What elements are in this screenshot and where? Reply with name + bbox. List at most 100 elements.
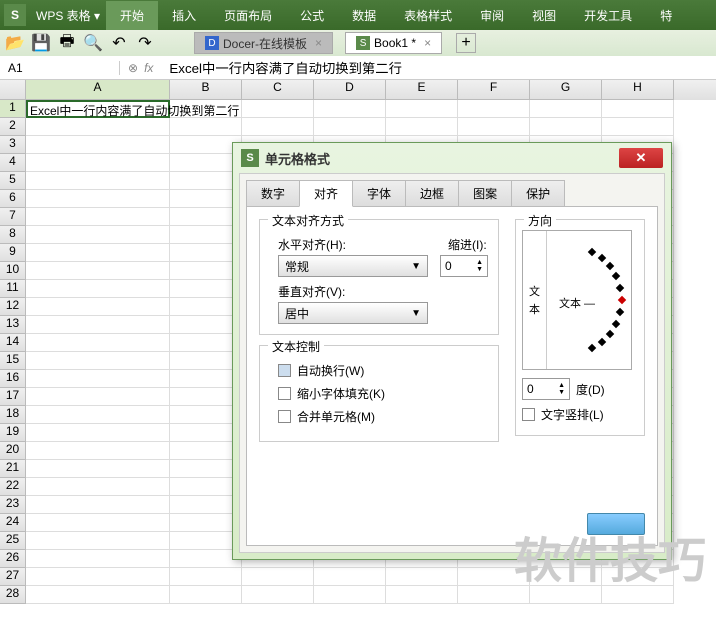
cell[interactable]	[26, 352, 170, 370]
cell[interactable]	[602, 118, 674, 136]
row-header[interactable]: 18	[0, 406, 26, 424]
cell[interactable]	[26, 154, 170, 172]
cell[interactable]	[458, 568, 530, 586]
spin-down-icon[interactable]: ▼	[476, 266, 483, 273]
tab-border[interactable]: 边框	[405, 180, 459, 207]
dialog-titlebar[interactable]: S 单元格格式 ✕	[233, 143, 671, 173]
orientation-vertical-button[interactable]: 文本	[523, 231, 547, 369]
ribbon-tab-formula[interactable]: 公式	[286, 1, 338, 30]
row-header[interactable]: 23	[0, 496, 26, 514]
cell[interactable]	[242, 118, 314, 136]
cell[interactable]	[458, 586, 530, 604]
fx-icon[interactable]: fx	[144, 61, 153, 75]
name-box[interactable]: A1	[0, 61, 120, 75]
indent-spinner[interactable]: 0 ▲▼	[440, 255, 488, 277]
col-header-h[interactable]: H	[602, 80, 674, 100]
row-header[interactable]: 27	[0, 568, 26, 586]
cell[interactable]	[26, 478, 170, 496]
row-header[interactable]: 25	[0, 532, 26, 550]
spin-down-icon[interactable]: ▼	[558, 389, 565, 396]
tab-number[interactable]: 数字	[246, 180, 300, 207]
cell[interactable]	[314, 568, 386, 586]
ribbon-tab-layout[interactable]: 页面布局	[210, 1, 286, 30]
cell[interactable]	[314, 100, 386, 118]
ok-button[interactable]	[587, 513, 645, 535]
cell[interactable]	[26, 388, 170, 406]
close-icon[interactable]: ×	[424, 36, 431, 50]
ribbon-tab-tablestyle[interactable]: 表格样式	[390, 1, 466, 30]
row-header[interactable]: 10	[0, 262, 26, 280]
cell[interactable]	[386, 568, 458, 586]
ribbon-tab-more[interactable]: 特	[646, 1, 686, 30]
row-header[interactable]: 13	[0, 316, 26, 334]
ribbon-tab-insert[interactable]: 插入	[158, 1, 210, 30]
cell[interactable]	[314, 586, 386, 604]
cell[interactable]	[26, 514, 170, 532]
tab-protect[interactable]: 保护	[511, 180, 565, 207]
col-header-f[interactable]: F	[458, 80, 530, 100]
select-all-corner[interactable]	[0, 80, 26, 100]
ribbon-tab-dev[interactable]: 开发工具	[570, 1, 646, 30]
cell[interactable]	[530, 568, 602, 586]
row-header[interactable]: 24	[0, 514, 26, 532]
row-header[interactable]: 12	[0, 298, 26, 316]
cell[interactable]	[242, 586, 314, 604]
h-align-combo[interactable]: 常规▼	[278, 255, 428, 277]
row-header[interactable]: 22	[0, 478, 26, 496]
row-header[interactable]: 15	[0, 352, 26, 370]
preview-icon[interactable]: 🔍	[84, 34, 102, 52]
print-icon[interactable]: 🖶	[58, 34, 76, 52]
orientation-box[interactable]: 文本 文本 —	[522, 230, 632, 370]
fx-cancel-icon[interactable]: ⊗	[128, 61, 138, 75]
cell[interactable]	[26, 496, 170, 514]
cell[interactable]	[26, 568, 170, 586]
row-header[interactable]: 6	[0, 190, 26, 208]
vertical-text-row[interactable]: 文字竖排(L)	[522, 406, 638, 423]
cell[interactable]	[26, 532, 170, 550]
row-header[interactable]: 16	[0, 370, 26, 388]
col-header-g[interactable]: G	[530, 80, 602, 100]
cell[interactable]	[26, 172, 170, 190]
row-header[interactable]: 14	[0, 334, 26, 352]
cell[interactable]	[458, 100, 530, 118]
cell-a1[interactable]: Excel中一行内容满了自动切换到第二行	[26, 100, 170, 118]
cell[interactable]	[26, 550, 170, 568]
col-header-b[interactable]: B	[170, 80, 242, 100]
undo-icon[interactable]: ↶	[110, 34, 128, 52]
cell[interactable]	[386, 100, 458, 118]
cell[interactable]	[26, 424, 170, 442]
cell[interactable]	[242, 568, 314, 586]
cell[interactable]	[26, 586, 170, 604]
checkbox-icon[interactable]	[278, 410, 291, 423]
row-header[interactable]: 17	[0, 388, 26, 406]
v-align-combo[interactable]: 居中▼	[278, 302, 428, 324]
merge-checkbox-row[interactable]: 合并单元格(M)	[278, 408, 488, 425]
ribbon-tab-review[interactable]: 审阅	[466, 1, 518, 30]
tab-pattern[interactable]: 图案	[458, 180, 512, 207]
row-header[interactable]: 19	[0, 424, 26, 442]
cell[interactable]	[26, 334, 170, 352]
cell[interactable]	[26, 244, 170, 262]
row-header[interactable]: 20	[0, 442, 26, 460]
row-header[interactable]: 26	[0, 550, 26, 568]
cell[interactable]	[26, 316, 170, 334]
tab-font[interactable]: 字体	[352, 180, 406, 207]
cell[interactable]	[26, 298, 170, 316]
orientation-dial[interactable]: 文本 —	[547, 231, 631, 369]
doc-tab-docer[interactable]: D Docer-在线模板 ×	[194, 32, 333, 54]
doc-tab-book1[interactable]: S Book1 * ×	[345, 32, 442, 54]
row-header[interactable]: 9	[0, 244, 26, 262]
cell[interactable]	[170, 568, 242, 586]
cell[interactable]	[170, 586, 242, 604]
ribbon-tab-data[interactable]: 数据	[338, 1, 390, 30]
cell[interactable]	[602, 586, 674, 604]
col-header-d[interactable]: D	[314, 80, 386, 100]
close-icon[interactable]: ×	[315, 36, 322, 50]
cell[interactable]	[26, 280, 170, 298]
row-header[interactable]: 4	[0, 154, 26, 172]
cell[interactable]	[26, 370, 170, 388]
col-header-a[interactable]: A	[26, 80, 170, 100]
degree-spinner[interactable]: 0 ▲▼	[522, 378, 570, 400]
row-header[interactable]: 8	[0, 226, 26, 244]
cell[interactable]	[26, 406, 170, 424]
